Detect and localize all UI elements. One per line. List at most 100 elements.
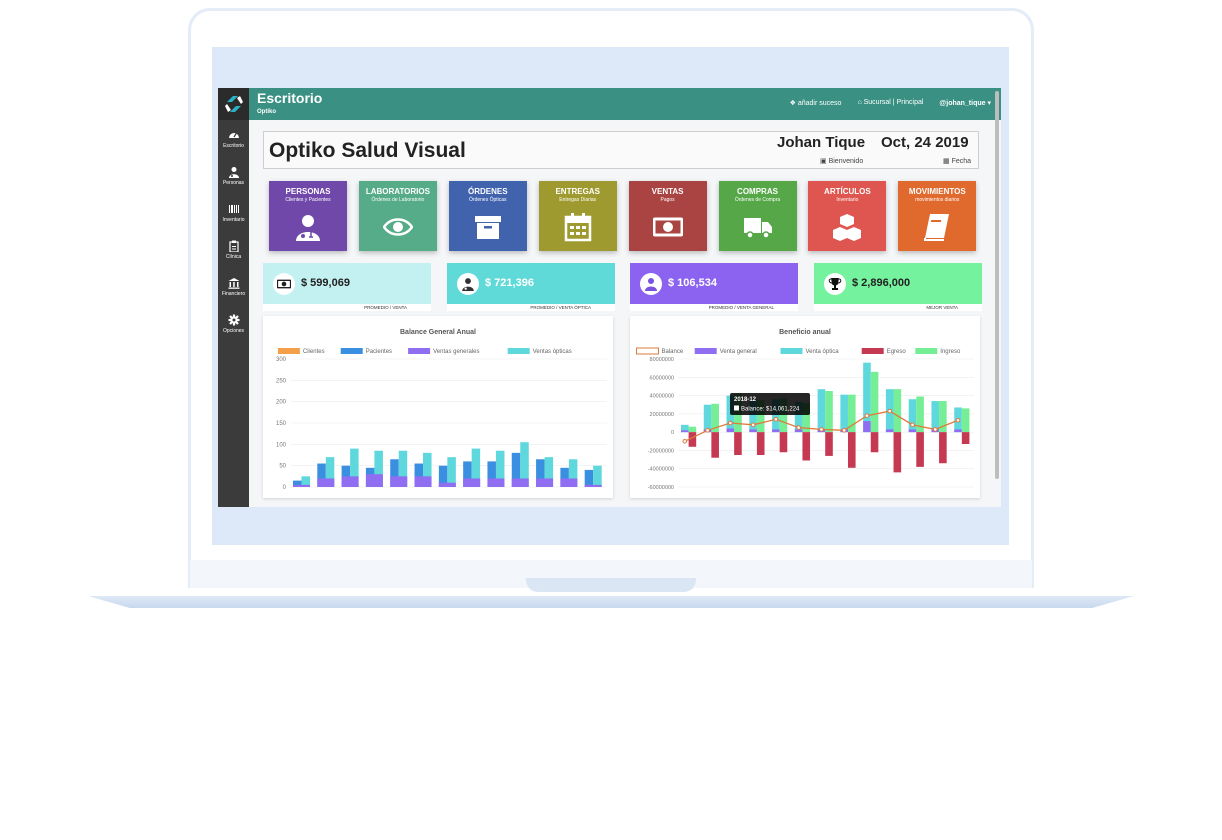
legend-swatch <box>408 348 431 354</box>
legend-label: Venta general <box>720 349 757 355</box>
app-title: Escritorio <box>257 90 323 106</box>
balance-point <box>750 422 756 428</box>
y-tick-label: 80000000 <box>650 357 674 363</box>
dashboard-icon <box>218 128 249 142</box>
y-tick-label: -60000000 <box>648 485 674 491</box>
tooltip-label: 2018-12 <box>734 397 757 403</box>
stat-icon-circle <box>640 273 662 295</box>
tooltip-swatch <box>734 405 739 411</box>
balance-point <box>705 428 710 433</box>
bar-pacientes <box>584 469 594 487</box>
stat-band: $ 106,534 <box>630 263 798 304</box>
tile-subtitle: Entregas Diarias <box>559 197 597 203</box>
legend-swatch <box>915 348 938 354</box>
legend-label: Ventas ópticas <box>533 349 572 355</box>
tile-entregas[interactable]: ENTREGAS Entregas Diarias <box>538 181 617 251</box>
legend-swatch <box>340 348 363 354</box>
stat-caption: PROMEDIO / VENTA <box>364 305 407 310</box>
page-title: Optiko Salud Visual <box>269 139 466 162</box>
y-tick-label: -20000000 <box>648 448 674 454</box>
legend-label: Balance <box>662 349 684 355</box>
bar-venta-general <box>954 429 962 433</box>
bar-ventas-generales <box>390 476 408 487</box>
sidebar-item-inventario[interactable]: Inventario <box>218 202 249 223</box>
tile-compras[interactable]: COMPRAS Órdenes de Compra <box>718 181 797 251</box>
bar-ventas-generales <box>365 474 383 487</box>
sidebar-item-clinica[interactable]: Clínica <box>218 239 249 260</box>
chart-balance-panel: Balance General Anual Clientes Pacientes Ve… <box>263 316 613 498</box>
stat-card: $ 106,534 PROMEDIO / VENTA GENERAL <box>630 263 798 311</box>
y-tick-label: 150 <box>276 421 287 427</box>
y-tick-label: 100 <box>276 442 287 448</box>
tile-laboratorios[interactable]: LABORATORIOS Órdenes de Laboratorio <box>358 181 437 251</box>
bar-ingreso <box>688 426 697 433</box>
tile-personas[interactable]: PERSONAS Clientes y Pacientes <box>269 181 347 251</box>
stat-value: $ 2,896,000 <box>852 277 911 289</box>
y-tick-label: 0 <box>283 485 287 491</box>
bar-venta-general <box>908 429 917 433</box>
tile-movimientos[interactable]: MOVIMIENTOS movimientos diarios <box>898 181 977 251</box>
user-menu-label: @johan_tique <box>939 100 986 107</box>
balance-point <box>841 428 847 433</box>
bar-ventas-opticas <box>447 457 456 487</box>
app-window: Escritorio Personas Inventario Clínica Finan… <box>218 88 1001 507</box>
user-menu[interactable]: @johan_tique ▾ <box>939 99 991 107</box>
legend-label: Venta óptica <box>806 349 840 355</box>
tile-title: ARTÍCULOS <box>824 187 871 196</box>
balance-chart: Balance General Anual Clientes Pacientes Ve… <box>276 329 607 491</box>
bar-ingreso <box>893 389 902 433</box>
tile-title: ENTREGAS <box>555 187 600 196</box>
stat-value: $ 721,396 <box>485 277 534 289</box>
laptop-screen: Escritorio Personas Inventario Clínica Finan… <box>212 47 1009 545</box>
y-tick-label: 50 <box>279 464 286 470</box>
tile-ventas[interactable]: VENTAS Pagos <box>628 181 707 251</box>
balance-point <box>910 422 915 428</box>
bar-venta-general <box>772 429 780 433</box>
sidebar: Escritorio Personas Inventario Clínica Finan… <box>218 88 249 507</box>
legend-label: Pacientes <box>366 349 392 355</box>
y-tick-label: 0 <box>671 430 674 436</box>
tile-ordenes[interactable]: ÓRDENES Órdenes Ópticas <box>448 181 527 251</box>
bar-ingreso <box>825 391 833 433</box>
book-icon <box>922 212 952 242</box>
user-md-icon <box>461 277 475 291</box>
branch-link[interactable]: ⌂ Sucursal | Principal <box>857 99 923 107</box>
sidebar-item-escritorio[interactable]: Escritorio <box>218 128 249 149</box>
legend-label: Ventas generales <box>433 349 479 355</box>
date-caption: ▦ Fecha <box>943 157 971 165</box>
stat-caption: PROMEDIO / VENTA GENERAL <box>708 305 774 310</box>
legend-label: Ingreso <box>940 349 961 355</box>
bar-ventas-generales <box>511 478 529 487</box>
money-icon <box>652 212 684 242</box>
tile-articulos[interactable]: ARTÍCULOS Inventario <box>808 181 887 251</box>
archive-icon <box>473 212 503 242</box>
y-tick-label: 40000000 <box>650 394 674 400</box>
legend-label: Egreso <box>887 349 907 355</box>
bar-ingreso <box>961 408 970 433</box>
stat-caption: MEJOR VENTA <box>926 305 958 310</box>
sidebar-item-opciones[interactable]: Opciones <box>218 313 249 334</box>
legend-swatch <box>636 347 659 355</box>
bar-egreso <box>893 432 902 473</box>
add-event-link[interactable]: ❖ añadir suceso <box>790 99 842 107</box>
stat-value: $ 599,069 <box>301 277 350 289</box>
bar-ventas-generales <box>584 484 602 487</box>
bar-egreso <box>779 432 788 453</box>
bar-ventas-generales <box>317 478 335 487</box>
sidebar-item-financiero[interactable]: Financiero <box>218 276 249 297</box>
scrollbar[interactable] <box>995 91 999 479</box>
tile-title: VENTAS <box>651 187 684 196</box>
bar-ventas-generales <box>487 478 505 487</box>
sidebar-item-personas[interactable]: Personas <box>218 165 249 186</box>
stat-band: $ 721,396 <box>447 263 615 304</box>
topbar-links: ❖ añadir suceso ⌂ Sucursal | Principal @… <box>790 99 991 107</box>
balance-point <box>819 427 824 432</box>
tile-subtitle: Pagos <box>660 197 675 203</box>
balance-point <box>728 420 733 426</box>
app-logo[interactable] <box>218 88 249 120</box>
balance-point <box>887 408 893 414</box>
bar-egreso <box>711 432 719 458</box>
stat-band: $ 2,896,000 <box>814 263 982 304</box>
stat-band: $ 599,069 <box>263 263 431 304</box>
legend-swatch <box>277 348 300 354</box>
